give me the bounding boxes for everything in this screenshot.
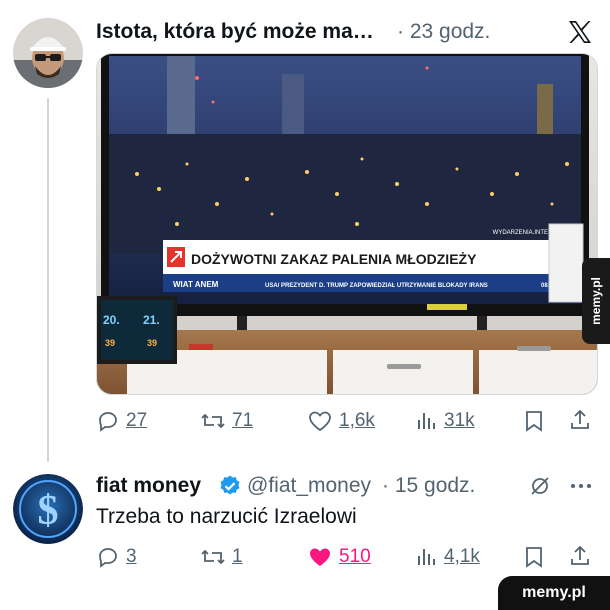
tweet2-display-name[interactable]: fiat money [96,474,201,498]
share-icon [571,545,589,565]
x-logo-icon[interactable] [566,18,594,46]
tweet1-repost-button[interactable]: 71 [200,409,253,433]
heart-icon [309,411,331,432]
tweet1-like-count: 1,6k [339,410,375,431]
tweet2-reply-button[interactable]: 3 [96,545,137,569]
tweet2-timestamp[interactable]: · 15 godz. [382,474,475,498]
repost-icon [201,413,225,429]
tweet2-like-count: 510 [339,546,371,567]
bookmark-icon [526,547,542,568]
watermark-side-text: memy.pl [589,277,603,325]
views-icon [418,549,435,565]
reply-icon [99,548,117,568]
share-icon [571,409,589,429]
verified-badge-icon [218,474,242,503]
tweet1-media-photo[interactable]: WYDARZENIA.INTERIA.PL DOŻYWOTNI ZAKAZ PA… [96,53,598,395]
tweet1-views-count: 31k [444,410,475,431]
station-bottom-left: 39 [105,338,115,348]
thread-line [47,98,49,462]
tv-ticker-text: USA/ PREZYDENT D. TRUMP ZAPOWIEDZIAŁ UTR… [265,283,488,289]
station-bottom-right: 39 [147,338,157,348]
tweet2-like-button[interactable]: 510 [307,545,371,569]
tweet1-timestamp[interactable]: · 23 godz. [397,20,490,44]
dollar-coin-avatar-icon: $ [13,474,83,544]
tweet1-reply-button[interactable]: 27 [96,409,147,433]
tweet2-repost-button[interactable]: 1 [200,545,243,569]
svg-text:$: $ [38,488,59,534]
tweet2-handle[interactable]: @fiat_money [247,474,371,498]
tweet2-views-count: 4,1k [444,546,480,567]
reply-icon [99,412,117,432]
tweet1-views-button[interactable]: 31k [414,409,475,433]
tweet1-repost-count: 71 [232,410,254,431]
tweet2-share-button[interactable] [568,544,592,573]
tweet1-like-button[interactable]: 1,6k [307,409,375,433]
tweet1-display-name[interactable]: Istota, która być może ma… [96,20,374,44]
station-left-reading: 20. [103,313,120,327]
tv-headline: DOŻYWOTNI ZAKAZ PALENIA MŁODZIEŻY [191,251,477,267]
repost-icon [201,549,225,565]
watermark-side: memy.pl [582,258,610,344]
tweet1-share-button[interactable] [568,408,592,437]
tv-ticker-label: WIAT ANEM [173,280,219,289]
tweet2-text: Trzeba to narzucić Izraelowi [96,505,357,528]
avatar-image [13,18,83,88]
tweet2-reply-count: 3 [126,546,137,567]
station-right-reading: 21. [143,313,160,327]
tweet1-bookmark-button[interactable] [523,409,545,438]
tweet2-repost-count: 1 [232,546,243,567]
heart-filled-icon [310,548,330,566]
bookmark-icon [526,411,542,432]
tv-photo-image: WYDARZENIA.INTERIA.PL DOŻYWOTNI ZAKAZ PA… [97,54,597,394]
tweet2-views-button[interactable]: 4,1k [414,545,480,569]
watermark-bottom-text: memy.pl [522,584,586,601]
views-icon [418,413,435,429]
tweet2-bookmark-button[interactable] [523,545,545,574]
more-options-icon[interactable] [568,478,594,499]
watermark-bottom[interactable]: memy.pl [498,576,610,610]
tweet1-reply-count: 27 [126,410,148,431]
avatar-tweet1[interactable] [13,18,83,88]
grok-icon[interactable] [528,474,552,503]
avatar-tweet2[interactable]: $ [13,474,83,544]
